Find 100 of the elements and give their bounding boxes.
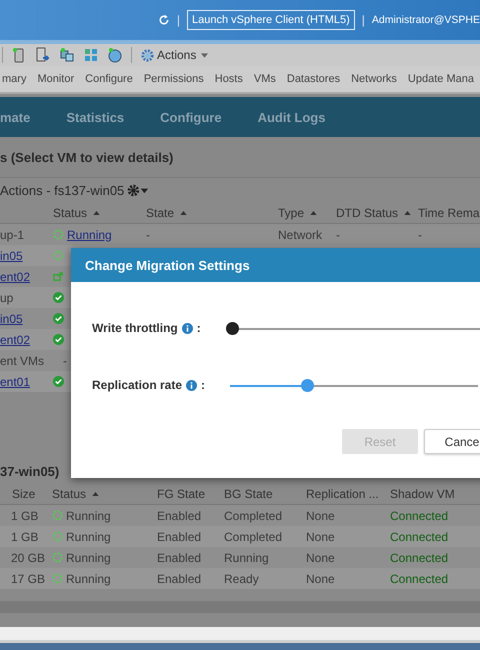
object-tab[interactable]: Datastores xyxy=(286,73,340,85)
object-tab[interactable]: Networks xyxy=(351,73,397,85)
sort-icon[interactable] xyxy=(92,492,100,496)
status-cell: Running xyxy=(66,572,111,586)
size-cell: 1 GB xyxy=(11,530,38,544)
info-icon[interactable] xyxy=(182,322,193,334)
fg-state-cell: Enabled xyxy=(157,550,202,564)
vm-name[interactable]: ent02 xyxy=(0,332,30,346)
sort-icon[interactable] xyxy=(310,211,318,215)
size-cell: 1 GB xyxy=(11,508,38,522)
user-menu[interactable]: Administrator@VSPHE xyxy=(372,14,480,26)
object-tab[interactable]: VMs xyxy=(254,73,276,85)
time-cell: - xyxy=(418,228,422,242)
object-tab[interactable]: mary xyxy=(2,73,26,85)
column-header[interactable]: Shadow VM xyxy=(390,487,455,501)
actions-menu[interactable]: Actions xyxy=(140,48,208,62)
slider-thumb[interactable] xyxy=(300,378,314,392)
dialog-button[interactable]: Cance xyxy=(424,429,480,454)
colon-text: : xyxy=(196,321,201,335)
settings-icon xyxy=(140,48,155,62)
vm-name[interactable]: ent01 xyxy=(0,374,30,388)
column-header[interactable]: BG State xyxy=(224,487,273,501)
panel-title: 37-win05) xyxy=(0,463,60,481)
column-header[interactable]: Size xyxy=(12,487,36,501)
vm-name[interactable]: in05 xyxy=(0,312,23,326)
nav-tab[interactable]: Configure xyxy=(160,110,222,124)
caret-icon xyxy=(201,52,208,58)
separator-text: | xyxy=(176,13,180,27)
object-tab[interactable]: Permissions xyxy=(144,73,204,85)
nav-tab[interactable]: Audit Logs xyxy=(258,110,326,124)
shadow-vm-cell: Connected xyxy=(390,572,448,586)
actions-label: Actions - fs137-win05 xyxy=(0,183,124,198)
column-header[interactable]: FG State xyxy=(157,487,206,501)
slider-label: Replication rate xyxy=(92,378,182,392)
object-tab[interactable]: Hosts xyxy=(214,73,243,85)
replication-cell: None xyxy=(306,508,335,522)
sort-icon[interactable] xyxy=(93,211,100,215)
fg-state-cell: Enabled xyxy=(157,508,202,522)
column-header[interactable]: Status xyxy=(52,487,86,501)
vm-name[interactable]: in05 xyxy=(0,248,23,262)
vm-name: ent VMs xyxy=(0,354,44,368)
check-icon xyxy=(53,334,64,345)
colon-text: : xyxy=(201,378,206,392)
settings-icon[interactable] xyxy=(127,184,150,197)
slider[interactable] xyxy=(226,322,480,334)
check-icon xyxy=(53,376,64,387)
replication-cell: None xyxy=(306,530,335,544)
spinner-icon xyxy=(53,229,64,240)
sort-icon[interactable] xyxy=(404,211,412,215)
export-icon[interactable] xyxy=(35,47,51,63)
object-tab[interactable]: Update Mana xyxy=(408,73,474,85)
size-cell: 20 GB xyxy=(11,550,46,564)
launch-button[interactable]: Launch vSphere Client (HTML5) xyxy=(187,10,355,30)
size-cell: 17 GB xyxy=(11,572,46,586)
column-header[interactable]: Type xyxy=(278,206,304,220)
fg-state-cell: Enabled xyxy=(157,530,202,544)
column-header[interactable]: Replication ... xyxy=(306,487,379,501)
vm-name[interactable]: ent02 xyxy=(0,270,30,284)
spinner-icon xyxy=(52,573,63,584)
column-header[interactable]: Status xyxy=(53,206,88,220)
status-cell: Running xyxy=(66,530,111,544)
nav-tab[interactable]: mate xyxy=(0,110,30,124)
status-text: - xyxy=(63,354,67,368)
bg-state-cell: Ready xyxy=(224,572,259,586)
spinner-icon xyxy=(52,552,63,563)
migrate-icon xyxy=(53,271,64,282)
fg-state-cell: Enabled xyxy=(157,572,202,586)
separator-text: | xyxy=(362,13,365,27)
spinner-icon xyxy=(53,250,64,261)
vm-name: up-1 xyxy=(0,228,24,242)
type-cell: Network xyxy=(278,228,322,242)
bg-state-cell: Completed xyxy=(224,508,282,522)
column-header[interactable]: State xyxy=(146,206,174,220)
check-icon xyxy=(53,292,64,303)
info-icon[interactable] xyxy=(186,380,198,390)
state-cell: - xyxy=(146,228,150,242)
shadow-vm-cell: Connected xyxy=(390,508,448,522)
status-text[interactable]: Running xyxy=(67,228,112,242)
status-cell: Running xyxy=(66,550,111,564)
sort-icon[interactable] xyxy=(180,211,188,215)
dialog-title: Change Migration Settings xyxy=(71,248,480,282)
object-tab[interactable]: Configure xyxy=(85,73,133,85)
replication-cell: None xyxy=(306,550,335,564)
column-header[interactable]: Time Rema xyxy=(418,206,480,220)
dtd-cell: - xyxy=(336,228,340,242)
shadow-vm-cell: Connected xyxy=(390,530,448,544)
replication-cell: None xyxy=(306,572,335,586)
spinner-icon xyxy=(52,510,63,521)
bg-state-cell: Completed xyxy=(224,530,282,544)
object-tab[interactable]: Monitor xyxy=(37,73,74,85)
slider-label: Write throttling xyxy=(92,321,178,335)
copy-icon[interactable] xyxy=(59,47,75,63)
refresh-icon[interactable] xyxy=(158,13,170,27)
vm-name: up xyxy=(0,290,14,304)
spinner-icon xyxy=(52,531,63,542)
bg-state-cell: Running xyxy=(224,550,269,564)
slider-thumb[interactable] xyxy=(226,322,239,334)
nav-tab[interactable]: Statistics xyxy=(66,110,124,124)
column-header[interactable]: DTD Status xyxy=(336,206,398,220)
shadow-vm-cell: Connected xyxy=(390,550,448,564)
